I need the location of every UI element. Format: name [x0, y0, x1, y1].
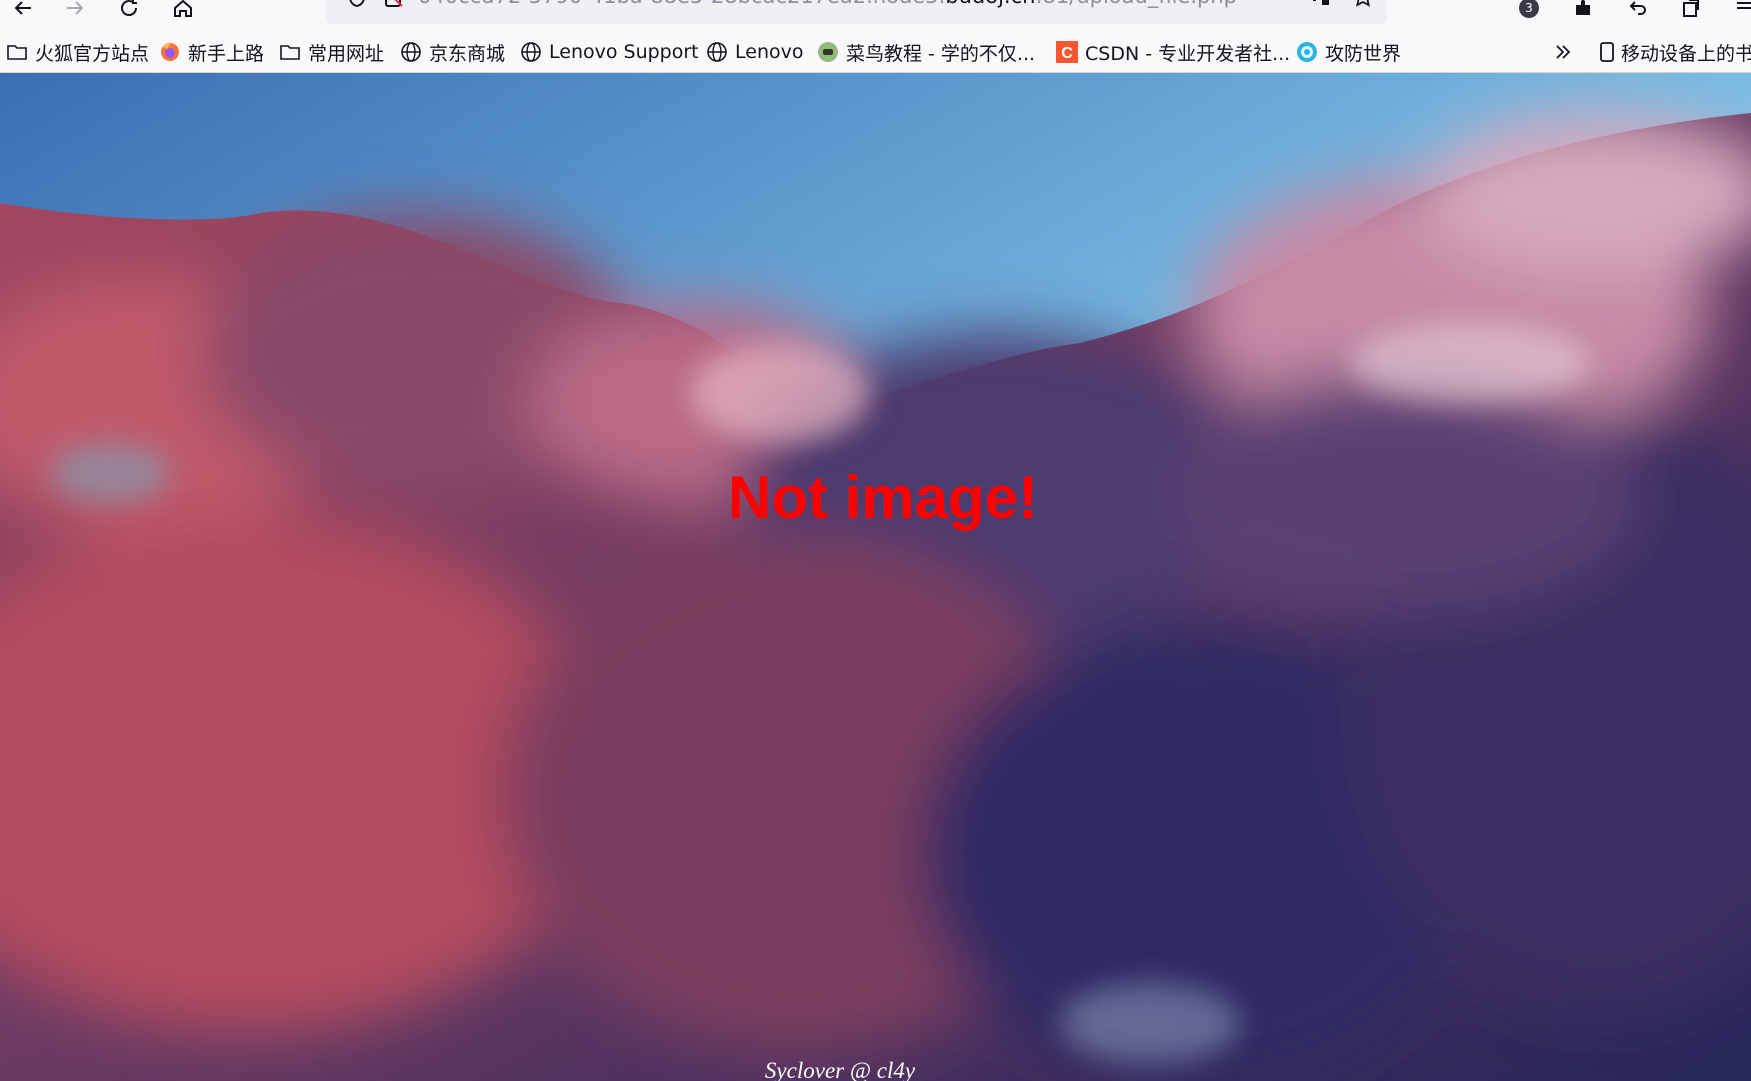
browser-toolbar: 040ccd72-5790-41ba-88e5-28bcac217ea2.nod… [0, 0, 1751, 26]
firefox-icon [159, 41, 181, 63]
qr-code-icon[interactable] [1310, 0, 1332, 8]
hamburger-icon [1737, 2, 1751, 9]
extensions-button[interactable] [1568, 0, 1598, 22]
arrow-right-icon [67, 1, 84, 15]
bookmark-label: Lenovo Support [549, 41, 699, 63]
share-button[interactable] [1676, 0, 1706, 22]
bookmark-csdn[interactable]: C CSDN - 专业开发者社... [1056, 38, 1290, 66]
page-content: Not image! Syclover @ cl4y [0, 73, 1751, 1081]
arrow-left-icon [14, 1, 31, 15]
bookmark-adworld[interactable]: 攻防世界 [1296, 38, 1401, 66]
error-message: Not image! [727, 464, 1039, 531]
mobile-bookmarks-label: 移动设备上的书签 [1621, 42, 1751, 65]
folder-icon [279, 41, 301, 63]
globe-icon [706, 41, 728, 63]
footer-credit: Syclover @ cl4y [764, 1058, 916, 1081]
reload-icon [121, 0, 138, 17]
bookmark-runoob[interactable]: 菜鸟教程 - 学的不仅... [817, 38, 1035, 66]
chevron-double-right-icon [1552, 41, 1574, 63]
runoob-icon [817, 41, 839, 63]
bookmark-label: 火狐官方站点 [35, 42, 150, 65]
cloud-background-image [0, 73, 1751, 1081]
undo-icon [1629, 1, 1646, 15]
undo-button[interactable] [1622, 0, 1652, 22]
insecure-lock-icon [385, 0, 403, 7]
mobile-bookmarks-folder[interactable]: 移动设备上的书签 [1596, 38, 1751, 66]
back-button[interactable] [8, 0, 38, 22]
mobile-phone-icon [1596, 41, 1618, 63]
reload-button[interactable] [114, 0, 144, 22]
bookmark-label: 攻防世界 [1325, 42, 1402, 65]
adworld-icon [1296, 41, 1318, 63]
shield-icon [349, 0, 365, 8]
forward-button[interactable] [60, 0, 90, 22]
address-bar[interactable]: 040ccd72-5790-41ba-88e5-28bcac217ea2.nod… [326, 0, 1387, 24]
bookmark-label: 京东商城 [429, 42, 506, 65]
url-text: 040ccd72-5790-41ba-88e5-28bcac217ea2.nod… [418, 0, 1237, 8]
extensions-badge[interactable]: 3 [1514, 0, 1544, 22]
globe-icon [520, 41, 542, 63]
bookmark-label: 菜鸟教程 - 学的不仅... [846, 42, 1036, 65]
bookmark-firefox-official[interactable]: 火狐官方站点 [6, 38, 149, 66]
bookmark-label: Lenovo [735, 41, 804, 63]
menu-button[interactable] [1730, 0, 1751, 22]
bookmark-lenovo-support[interactable]: Lenovo Support [520, 38, 699, 66]
bookmarks-toolbar: 火狐官方站点 新手上路 常用网址 京东商城 Lenovo Support Len… [0, 32, 1751, 73]
bookmark-lenovo[interactable]: Lenovo [706, 38, 803, 66]
bookmark-label: CSDN - 专业开发者社... [1085, 42, 1291, 65]
bookmark-label: 常用网址 [308, 42, 385, 65]
bookmark-jd[interactable]: 京东商城 [400, 38, 505, 66]
star-bookmark-icon[interactable] [1352, 0, 1374, 8]
svg-text:C: C [1061, 45, 1073, 62]
csdn-icon: C [1056, 41, 1078, 63]
bookmark-label: 新手上路 [188, 42, 265, 65]
folder-icon [6, 41, 28, 63]
more-bookmarks-button[interactable] [1552, 38, 1581, 66]
home-icon [174, 0, 192, 17]
account-badge-icon: 3 [1519, 0, 1539, 18]
share-icon [1683, 0, 1699, 17]
globe-icon [400, 41, 422, 63]
bookmark-common-sites[interactable]: 常用网址 [279, 38, 384, 66]
svg-text:3: 3 [1525, 1, 1533, 15]
bookmark-getting-started[interactable]: 新手上路 [159, 38, 264, 66]
puzzle-icon [1576, 0, 1590, 15]
home-button[interactable] [168, 0, 198, 22]
